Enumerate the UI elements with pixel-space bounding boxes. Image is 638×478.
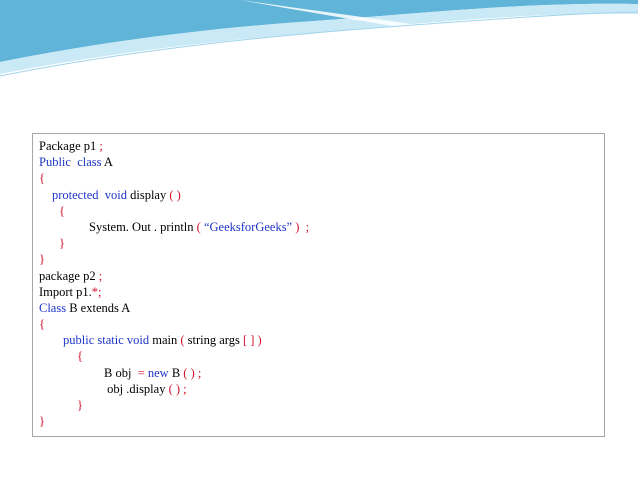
code-text: main	[149, 333, 181, 348]
code-punct: ( )	[169, 187, 181, 202]
code-string: “GeeksforGeeks”	[203, 219, 296, 234]
code-keyword: Class	[39, 300, 67, 315]
code-punct: ( ) ;	[183, 365, 202, 380]
code-line-8: }	[39, 251, 604, 267]
code-text: B obj	[104, 365, 138, 380]
code-text: System. Out . println	[89, 219, 197, 234]
code-line-7: }	[39, 235, 604, 251]
code-punct: =	[137, 365, 148, 380]
code-keyword: Public class	[39, 155, 102, 170]
code-text: Package p1	[39, 139, 100, 153]
code-line-12: {	[39, 316, 604, 332]
code-punct: ) ;	[295, 219, 310, 234]
code-keyword: protected void	[52, 187, 127, 202]
code-line-3: {	[39, 170, 604, 186]
code-text: B extends A	[66, 300, 131, 315]
code-punct: ;	[99, 139, 103, 153]
code-line-13: public static void main ( string args [ …	[39, 332, 604, 348]
code-text: display	[126, 187, 170, 202]
code-text: A	[101, 155, 113, 170]
code-line-10: Import p1.*;	[39, 284, 604, 300]
code-line-16: obj .display ( ) ;	[39, 381, 604, 397]
code-text: obj .display	[104, 381, 169, 396]
code-brace: }	[39, 252, 45, 267]
code-line-5: {	[39, 203, 604, 219]
code-line-4: protected void display ( )	[39, 187, 604, 203]
code-punct: (	[180, 333, 188, 348]
code-punct: ;	[98, 268, 103, 283]
code-brace: {	[39, 171, 45, 186]
code-punct: (	[196, 219, 204, 234]
code-brace: {	[59, 203, 65, 218]
code-brace: {	[77, 349, 83, 364]
code-line-9: package p2 ;	[39, 268, 604, 284]
code-line-17: }	[39, 397, 604, 413]
code-punct: ( ) ;	[168, 381, 187, 396]
code-line-15: B obj = new B ( ) ;	[39, 365, 604, 381]
decorative-wave-banner	[0, 0, 638, 77]
code-line-18: }	[39, 413, 604, 429]
code-brace: }	[59, 236, 65, 251]
code-line-1: Package p1 ;	[39, 138, 604, 154]
code-line-11: Class B extends A	[39, 300, 604, 316]
code-brace: }	[77, 398, 83, 412]
code-line-6: System. Out . println ( “GeeksforGeeks” …	[39, 219, 604, 235]
code-brace: {	[39, 317, 45, 332]
code-text: B	[168, 365, 184, 380]
code-keyword: new	[147, 365, 169, 380]
code-brace: }	[39, 414, 45, 429]
code-snippet-box: Package p1 ; Public class A { protected …	[32, 133, 605, 437]
code-line-14: {	[39, 348, 604, 364]
code-line-2: Public class A	[39, 154, 604, 170]
code-text: string args	[187, 333, 243, 348]
code-punct: [ ] )	[242, 333, 262, 348]
code-text: package p2	[39, 268, 99, 283]
code-text: Import p1.	[39, 284, 92, 299]
code-keyword: public static void	[63, 333, 150, 348]
code-punct: *;	[91, 284, 102, 299]
